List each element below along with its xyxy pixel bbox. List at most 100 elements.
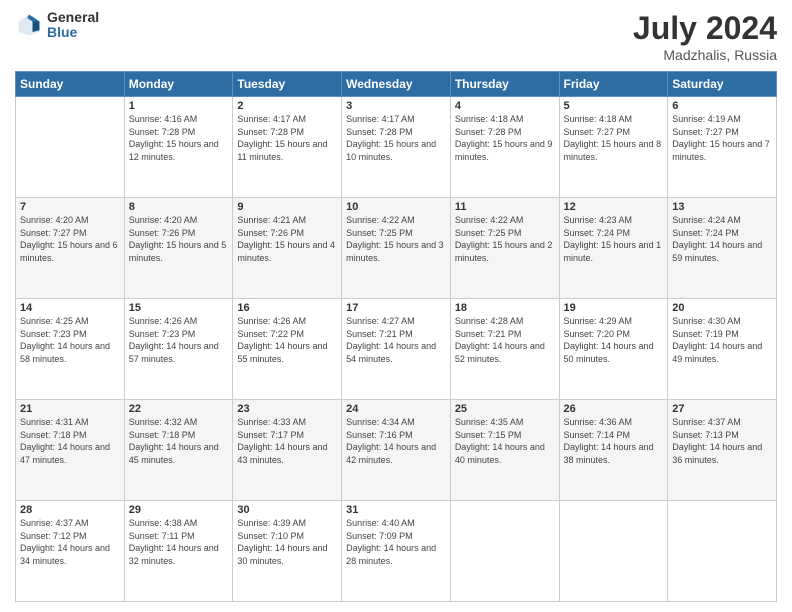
daylight-text: Daylight: 14 hours and 50 minutes. bbox=[564, 341, 654, 364]
col-wednesday: Wednesday bbox=[342, 72, 451, 97]
title-location: Madzhalis, Russia bbox=[633, 47, 777, 63]
col-tuesday: Tuesday bbox=[233, 72, 342, 97]
logo-icon bbox=[15, 11, 43, 39]
daylight-text: Daylight: 14 hours and 42 minutes. bbox=[346, 442, 436, 465]
day-number: 17 bbox=[346, 302, 446, 314]
day-number: 31 bbox=[346, 504, 446, 516]
logo-general: General bbox=[47, 10, 99, 25]
day-number: 27 bbox=[672, 403, 772, 415]
day-info: Sunrise: 4:32 AM Sunset: 7:18 PM Dayligh… bbox=[129, 416, 229, 466]
sunrise-text: Sunrise: 4:18 AM bbox=[564, 114, 633, 124]
sunrise-text: Sunrise: 4:32 AM bbox=[129, 417, 198, 427]
daylight-text: Daylight: 15 hours and 8 minutes. bbox=[564, 139, 662, 162]
day-info: Sunrise: 4:37 AM Sunset: 7:12 PM Dayligh… bbox=[20, 517, 120, 567]
table-row: 5 Sunrise: 4:18 AM Sunset: 7:27 PM Dayli… bbox=[559, 97, 668, 198]
sunset-text: Sunset: 7:25 PM bbox=[346, 228, 413, 238]
day-info: Sunrise: 4:26 AM Sunset: 7:22 PM Dayligh… bbox=[237, 315, 337, 365]
day-number: 22 bbox=[129, 403, 229, 415]
sunset-text: Sunset: 7:17 PM bbox=[237, 430, 304, 440]
day-info: Sunrise: 4:28 AM Sunset: 7:21 PM Dayligh… bbox=[455, 315, 555, 365]
daylight-text: Daylight: 14 hours and 57 minutes. bbox=[129, 341, 219, 364]
day-info: Sunrise: 4:36 AM Sunset: 7:14 PM Dayligh… bbox=[564, 416, 664, 466]
sunset-text: Sunset: 7:16 PM bbox=[346, 430, 413, 440]
day-number: 10 bbox=[346, 201, 446, 213]
daylight-text: Daylight: 14 hours and 45 minutes. bbox=[129, 442, 219, 465]
sunrise-text: Sunrise: 4:22 AM bbox=[346, 215, 415, 225]
daylight-text: Daylight: 14 hours and 58 minutes. bbox=[20, 341, 110, 364]
sunrise-text: Sunrise: 4:25 AM bbox=[20, 316, 89, 326]
sunset-text: Sunset: 7:26 PM bbox=[237, 228, 304, 238]
daylight-text: Daylight: 14 hours and 28 minutes. bbox=[346, 543, 436, 566]
table-row: 7 Sunrise: 4:20 AM Sunset: 7:27 PM Dayli… bbox=[16, 198, 125, 299]
sunrise-text: Sunrise: 4:20 AM bbox=[20, 215, 89, 225]
sunset-text: Sunset: 7:27 PM bbox=[20, 228, 87, 238]
day-number: 24 bbox=[346, 403, 446, 415]
title-month: July 2024 bbox=[633, 10, 777, 47]
col-friday: Friday bbox=[559, 72, 668, 97]
sunrise-text: Sunrise: 4:30 AM bbox=[672, 316, 741, 326]
day-number: 29 bbox=[129, 504, 229, 516]
day-number: 2 bbox=[237, 100, 337, 112]
sunset-text: Sunset: 7:24 PM bbox=[564, 228, 631, 238]
sunrise-text: Sunrise: 4:34 AM bbox=[346, 417, 415, 427]
table-row: 14 Sunrise: 4:25 AM Sunset: 7:23 PM Dayl… bbox=[16, 299, 125, 400]
daylight-text: Daylight: 15 hours and 2 minutes. bbox=[455, 240, 553, 263]
daylight-text: Daylight: 15 hours and 9 minutes. bbox=[455, 139, 553, 162]
daylight-text: Daylight: 14 hours and 55 minutes. bbox=[237, 341, 327, 364]
title-block: July 2024 Madzhalis, Russia bbox=[633, 10, 777, 63]
sunrise-text: Sunrise: 4:17 AM bbox=[237, 114, 306, 124]
table-row: 15 Sunrise: 4:26 AM Sunset: 7:23 PM Dayl… bbox=[124, 299, 233, 400]
sunrise-text: Sunrise: 4:27 AM bbox=[346, 316, 415, 326]
day-number: 26 bbox=[564, 403, 664, 415]
day-number: 8 bbox=[129, 201, 229, 213]
sunset-text: Sunset: 7:10 PM bbox=[237, 531, 304, 541]
table-row: 27 Sunrise: 4:37 AM Sunset: 7:13 PM Dayl… bbox=[668, 400, 777, 501]
daylight-text: Daylight: 14 hours and 49 minutes. bbox=[672, 341, 762, 364]
col-saturday: Saturday bbox=[668, 72, 777, 97]
sunset-text: Sunset: 7:18 PM bbox=[20, 430, 87, 440]
daylight-text: Daylight: 14 hours and 30 minutes. bbox=[237, 543, 327, 566]
sunset-text: Sunset: 7:20 PM bbox=[564, 329, 631, 339]
table-row: 29 Sunrise: 4:38 AM Sunset: 7:11 PM Dayl… bbox=[124, 501, 233, 602]
daylight-text: Daylight: 14 hours and 40 minutes. bbox=[455, 442, 545, 465]
table-row: 26 Sunrise: 4:36 AM Sunset: 7:14 PM Dayl… bbox=[559, 400, 668, 501]
daylight-text: Daylight: 15 hours and 12 minutes. bbox=[129, 139, 219, 162]
sunset-text: Sunset: 7:22 PM bbox=[237, 329, 304, 339]
table-row: 16 Sunrise: 4:26 AM Sunset: 7:22 PM Dayl… bbox=[233, 299, 342, 400]
daylight-text: Daylight: 14 hours and 43 minutes. bbox=[237, 442, 327, 465]
day-info: Sunrise: 4:17 AM Sunset: 7:28 PM Dayligh… bbox=[346, 113, 446, 163]
day-info: Sunrise: 4:39 AM Sunset: 7:10 PM Dayligh… bbox=[237, 517, 337, 567]
logo-text: General Blue bbox=[47, 10, 99, 41]
sunrise-text: Sunrise: 4:17 AM bbox=[346, 114, 415, 124]
day-number: 9 bbox=[237, 201, 337, 213]
sunset-text: Sunset: 7:19 PM bbox=[672, 329, 739, 339]
day-info: Sunrise: 4:22 AM Sunset: 7:25 PM Dayligh… bbox=[455, 214, 555, 264]
daylight-text: Daylight: 14 hours and 52 minutes. bbox=[455, 341, 545, 364]
day-number: 14 bbox=[20, 302, 120, 314]
table-row: 18 Sunrise: 4:28 AM Sunset: 7:21 PM Dayl… bbox=[450, 299, 559, 400]
day-info: Sunrise: 4:16 AM Sunset: 7:28 PM Dayligh… bbox=[129, 113, 229, 163]
day-info: Sunrise: 4:19 AM Sunset: 7:27 PM Dayligh… bbox=[672, 113, 772, 163]
table-row: 31 Sunrise: 4:40 AM Sunset: 7:09 PM Dayl… bbox=[342, 501, 451, 602]
calendar-week-row: 14 Sunrise: 4:25 AM Sunset: 7:23 PM Dayl… bbox=[16, 299, 777, 400]
table-row: 1 Sunrise: 4:16 AM Sunset: 7:28 PM Dayli… bbox=[124, 97, 233, 198]
day-number: 25 bbox=[455, 403, 555, 415]
sunrise-text: Sunrise: 4:33 AM bbox=[237, 417, 306, 427]
daylight-text: Daylight: 15 hours and 10 minutes. bbox=[346, 139, 436, 162]
sunrise-text: Sunrise: 4:19 AM bbox=[672, 114, 741, 124]
day-info: Sunrise: 4:27 AM Sunset: 7:21 PM Dayligh… bbox=[346, 315, 446, 365]
sunset-text: Sunset: 7:28 PM bbox=[455, 127, 522, 137]
sunset-text: Sunset: 7:27 PM bbox=[564, 127, 631, 137]
sunset-text: Sunset: 7:21 PM bbox=[455, 329, 522, 339]
table-row: 22 Sunrise: 4:32 AM Sunset: 7:18 PM Dayl… bbox=[124, 400, 233, 501]
sunrise-text: Sunrise: 4:18 AM bbox=[455, 114, 524, 124]
sunrise-text: Sunrise: 4:37 AM bbox=[20, 518, 89, 528]
table-row: 2 Sunrise: 4:17 AM Sunset: 7:28 PM Dayli… bbox=[233, 97, 342, 198]
sunrise-text: Sunrise: 4:37 AM bbox=[672, 417, 741, 427]
day-info: Sunrise: 4:30 AM Sunset: 7:19 PM Dayligh… bbox=[672, 315, 772, 365]
daylight-text: Daylight: 14 hours and 32 minutes. bbox=[129, 543, 219, 566]
day-number: 7 bbox=[20, 201, 120, 213]
table-row: 4 Sunrise: 4:18 AM Sunset: 7:28 PM Dayli… bbox=[450, 97, 559, 198]
sunset-text: Sunset: 7:13 PM bbox=[672, 430, 739, 440]
daylight-text: Daylight: 15 hours and 6 minutes. bbox=[20, 240, 118, 263]
